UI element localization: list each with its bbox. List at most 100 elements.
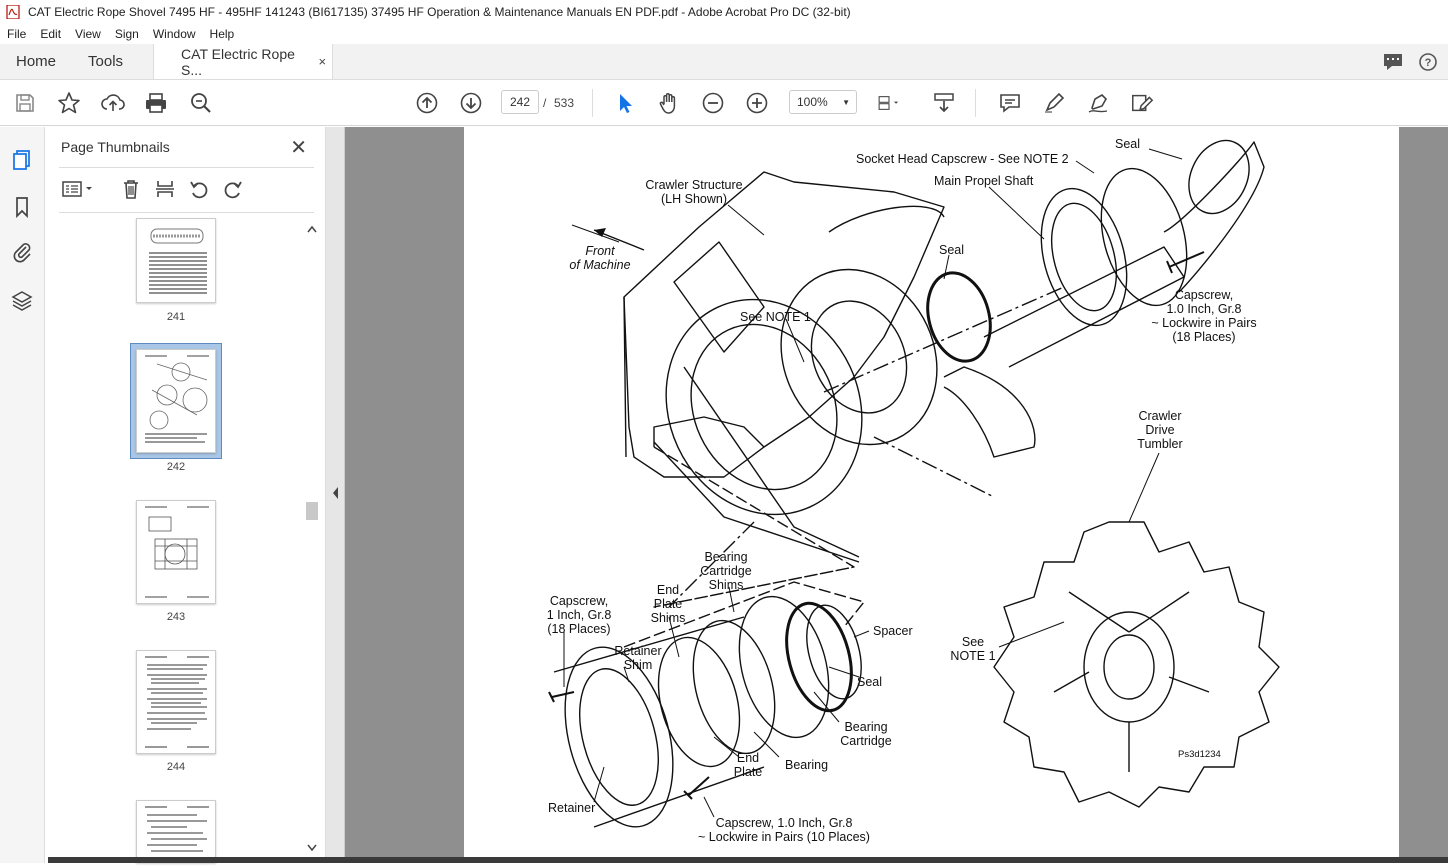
label-spacer: Spacer [873, 624, 913, 638]
label-capscrew-right-4: (18 Places) [1172, 330, 1235, 344]
layers-icon[interactable] [10, 289, 34, 313]
label-capscrew-left-3: (18 Places) [547, 622, 610, 636]
draw-sign-icon[interactable] [1086, 91, 1110, 115]
scroll-mode-icon[interactable] [932, 91, 956, 115]
attachments-paperclip-icon[interactable] [10, 240, 34, 264]
acrobat-logo-icon [6, 5, 20, 19]
label-capscrew-left-2: 1 Inch, Gr.8 [547, 608, 612, 622]
label-capscrew-right-1: Capscrew, [1175, 288, 1233, 302]
thumbnail-page-label: 242 [166, 461, 186, 473]
bookmark-star-icon[interactable] [57, 91, 81, 115]
hand-pan-icon[interactable] [657, 91, 681, 115]
zoom-level-dropdown[interactable]: 100% ▼ [789, 90, 857, 114]
page-thumbnail[interactable] [136, 800, 216, 863]
zoom-out-icon[interactable] [701, 91, 725, 115]
label-capscrew-bottom-1: Capscrew, 1.0 Inch, Gr.8 [716, 816, 853, 830]
tab-document[interactable]: CAT Electric Rope S... × [153, 44, 334, 79]
exploded-assembly-diagram: Seal Socket Head Capscrew - See NOTE 2 M… [547, 137, 1280, 844]
panel-title: Page Thumbnails [61, 139, 170, 155]
page-number-input[interactable]: 242 [501, 90, 539, 114]
thumbnail-preview [145, 506, 209, 598]
label-seal-mid: Seal [939, 243, 964, 257]
comment-bubble-icon[interactable] [1382, 52, 1404, 72]
thumbnail-preview [145, 806, 209, 852]
menu-sign[interactable]: Sign [108, 27, 146, 41]
title-bar: CAT Electric Rope Shovel 7495 HF - 495HF… [0, 0, 1448, 24]
thumbnail-page-label: 243 [166, 611, 186, 623]
thumbnail-preview [149, 228, 207, 294]
panel-collapse-handle[interactable] [325, 127, 345, 863]
label-capscrew-left-1: Capscrew, [550, 594, 608, 608]
label-capscrew-right-2: 1.0 Inch, Gr.8 [1166, 302, 1241, 316]
label-see-note-1b-1: See [962, 635, 984, 649]
label-front: Front [585, 244, 615, 258]
tab-document-label: CAT Electric Rope S... [181, 45, 295, 78]
menu-bar: File Edit View Sign Window Help [0, 24, 1448, 44]
menu-edit[interactable]: Edit [33, 27, 68, 41]
page-thumbnail[interactable] [136, 650, 216, 754]
thumbnail-scrollbar[interactable] [305, 218, 319, 858]
thumbnail-page-label: 241 [166, 311, 186, 323]
zoom-search-icon[interactable] [189, 91, 213, 115]
label-seal-low: Seal [857, 675, 882, 689]
page-thumbnails-icon[interactable] [10, 148, 34, 172]
help-icon[interactable]: ? [1418, 52, 1438, 72]
page-thumbnail-selected[interactable] [136, 349, 216, 453]
split-page-icon[interactable] [153, 177, 177, 201]
zoom-level-value: 100% [797, 95, 828, 109]
thumbnail-options-icon[interactable] [60, 177, 96, 201]
delete-page-icon[interactable] [119, 177, 143, 201]
window-title: CAT Electric Rope Shovel 7495 HF - 495HF… [28, 5, 851, 19]
label-crawler-structure-note: (LH Shown) [661, 192, 727, 206]
close-tab-icon[interactable]: × [318, 54, 326, 69]
highlight-pen-icon[interactable] [1042, 91, 1066, 115]
label-crawler: Crawler [1138, 409, 1181, 423]
menu-help[interactable]: Help [203, 27, 242, 41]
label-capscrew-right-3: ~ Lockwire in Pairs [1151, 316, 1256, 330]
label-end-plate-shims-3: Shims [651, 611, 686, 625]
tab-bar: Home Tools CAT Electric Rope S... × ? [0, 44, 1448, 80]
save-icon[interactable] [13, 91, 37, 115]
horizontal-scrollbar[interactable] [48, 857, 1448, 863]
bookmarks-icon[interactable] [10, 195, 34, 219]
edit-tools-icon[interactable] [1130, 91, 1154, 115]
label-retainer-shim-2: Shim [624, 658, 652, 672]
next-page-icon[interactable] [459, 91, 483, 115]
page-thumbnail[interactable] [136, 500, 216, 604]
thumbnail-page-label: 244 [166, 761, 186, 773]
page-total: 533 [554, 96, 575, 110]
label-of-machine: of Machine [569, 258, 630, 272]
label-end-plate-shims-2: Plate [654, 597, 683, 611]
label-bearing-shims-3: Shims [709, 578, 744, 592]
rotate-counterclockwise-icon[interactable] [187, 177, 211, 201]
menu-view[interactable]: View [68, 27, 108, 41]
print-icon[interactable] [144, 91, 168, 115]
comment-icon[interactable] [998, 91, 1022, 115]
panel-divider [59, 167, 314, 168]
label-bearing: Bearing [785, 758, 828, 772]
label-figure-id: Ps3d1234 [1178, 749, 1221, 760]
label-crawler-structure: Crawler Structure [645, 178, 742, 192]
select-cursor-icon[interactable] [613, 91, 637, 115]
label-bearing-cartridge-2: Cartridge [840, 734, 891, 748]
rotate-clockwise-icon[interactable] [221, 177, 245, 201]
tab-home[interactable]: Home [0, 44, 72, 79]
thumbnail-preview [145, 355, 209, 443]
page-fit-icon[interactable] [877, 91, 901, 115]
zoom-in-icon[interactable] [745, 91, 769, 115]
document-viewer[interactable]: Seal Socket Head Capscrew - See NOTE 2 M… [345, 127, 1448, 863]
label-see-note-1: See NOTE 1 [740, 310, 811, 324]
label-bearing-shims-2: Cartridge [700, 564, 751, 578]
label-end-plate-1: End [737, 751, 759, 765]
menu-file[interactable]: File [0, 27, 33, 41]
upload-cloud-icon[interactable] [101, 91, 125, 115]
label-bearing-cartridge-1: Bearing [844, 720, 887, 734]
page-thumbnail[interactable] [136, 218, 216, 303]
close-panel-icon[interactable]: ✕ [290, 135, 307, 160]
tab-tools[interactable]: Tools [72, 44, 139, 79]
scroll-up-icon [307, 225, 317, 233]
pdf-page: Seal Socket Head Capscrew - See NOTE 2 M… [464, 127, 1399, 863]
page-separator: / [543, 96, 547, 110]
previous-page-icon[interactable] [415, 91, 439, 115]
menu-window[interactable]: Window [146, 27, 203, 41]
